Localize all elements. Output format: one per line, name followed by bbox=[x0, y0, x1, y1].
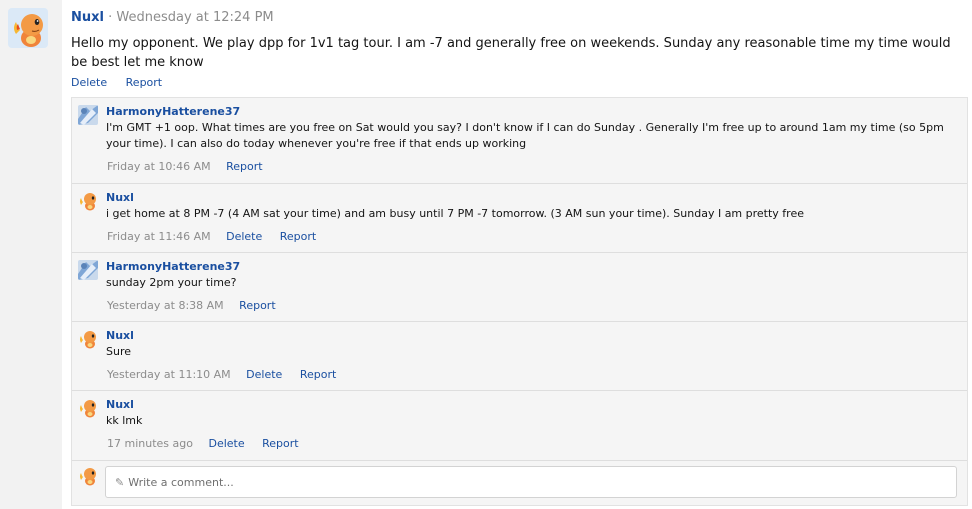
write-comment-row: ✎ Write a comment... bbox=[72, 461, 967, 505]
comment-text: kk lmk bbox=[106, 414, 143, 427]
comment-avatar[interactable] bbox=[78, 329, 98, 349]
post-body: Hello my opponent. We play dpp for 1v1 t… bbox=[71, 36, 951, 70]
post-report-link[interactable]: Report bbox=[126, 76, 162, 89]
comment-avatar[interactable] bbox=[78, 191, 98, 211]
comment-avatar[interactable] bbox=[78, 398, 98, 418]
comment-timestamp[interactable]: Friday at 10:46 AM bbox=[107, 160, 211, 173]
comment-text: i get home at 8 PM -7 (4 AM sat your tim… bbox=[106, 207, 805, 220]
comment-item: Nuxl i get home at 8 PM -7 (4 AM sat you… bbox=[72, 184, 967, 253]
post-actions: Delete Report bbox=[71, 76, 177, 89]
comment-item: HarmonyHatterene37 I'm GMT +1 oop. What … bbox=[72, 98, 967, 184]
comment-text: sunday 2pm your time? bbox=[106, 276, 237, 289]
charmander-icon bbox=[78, 466, 98, 486]
comment-report-link[interactable]: Report bbox=[300, 368, 336, 381]
harmony-avatar-icon bbox=[78, 260, 98, 280]
comment-item: HarmonyHatterene37 sunday 2pm your time?… bbox=[72, 253, 967, 322]
comment-delete-link[interactable]: Delete bbox=[246, 368, 282, 381]
charmander-icon bbox=[78, 191, 98, 211]
comment-list: HarmonyHatterene37 I'm GMT +1 oop. What … bbox=[71, 97, 968, 506]
comment-report-link[interactable]: Report bbox=[280, 230, 316, 243]
charmander-icon bbox=[78, 329, 98, 349]
comment-avatar[interactable] bbox=[78, 105, 98, 125]
post-delete-link[interactable]: Delete bbox=[71, 76, 107, 89]
comment-timestamp[interactable]: Yesterday at 8:38 AM bbox=[107, 299, 224, 312]
comment-item: Nuxl Sure Yesterday at 11:10 AM Delete R… bbox=[72, 322, 967, 391]
comment-author[interactable]: Nuxl bbox=[106, 398, 134, 411]
comment-timestamp[interactable]: Yesterday at 11:10 AM bbox=[107, 368, 231, 381]
comment-text: I'm GMT +1 oop. What times are you free … bbox=[106, 121, 944, 150]
comment-timestamp[interactable]: 17 minutes ago bbox=[107, 437, 193, 450]
post-author-name[interactable]: Nuxl bbox=[71, 10, 104, 25]
comment-report-link[interactable]: Report bbox=[262, 437, 298, 450]
comment-author[interactable]: HarmonyHatterene37 bbox=[106, 260, 240, 273]
comment-text: Sure bbox=[106, 345, 132, 358]
write-comment-placeholder: Write a comment... bbox=[128, 476, 234, 489]
comment-actions: Friday at 10:46 AM Report bbox=[107, 160, 277, 173]
comment-avatar[interactable] bbox=[78, 260, 98, 280]
comment-delete-link[interactable]: Delete bbox=[208, 437, 244, 450]
charmander-icon bbox=[8, 8, 48, 48]
post-header: Nuxl · Wednesday at 12:24 PM bbox=[71, 10, 274, 25]
charmander-icon bbox=[78, 398, 98, 418]
left-gutter bbox=[0, 0, 62, 509]
comment-report-link[interactable]: Report bbox=[226, 160, 262, 173]
comment-item: Nuxl kk lmk 17 minutes ago Delete Report bbox=[72, 391, 967, 461]
comment-author[interactable]: Nuxl bbox=[106, 191, 134, 204]
comment-author[interactable]: HarmonyHatterene37 bbox=[106, 105, 240, 118]
comment-actions: Friday at 11:46 AM Delete Report bbox=[107, 230, 330, 243]
comment-actions: Yesterday at 8:38 AM Report bbox=[107, 299, 290, 312]
harmony-avatar-icon bbox=[78, 105, 98, 125]
post-author-avatar[interactable] bbox=[8, 8, 48, 48]
comment-timestamp[interactable]: Friday at 11:46 AM bbox=[107, 230, 211, 243]
comment-report-link[interactable]: Report bbox=[239, 299, 275, 312]
current-user-avatar[interactable] bbox=[78, 466, 98, 486]
post-timestamp[interactable]: · Wednesday at 12:24 PM bbox=[108, 10, 274, 25]
write-comment-input[interactable]: ✎ Write a comment... bbox=[105, 466, 957, 498]
pencil-icon: ✎ bbox=[115, 476, 125, 489]
comment-author[interactable]: Nuxl bbox=[106, 329, 134, 342]
comment-actions: Yesterday at 11:10 AM Delete Report bbox=[107, 368, 350, 381]
comment-delete-link[interactable]: Delete bbox=[226, 230, 262, 243]
comment-actions: 17 minutes ago Delete Report bbox=[107, 437, 313, 450]
